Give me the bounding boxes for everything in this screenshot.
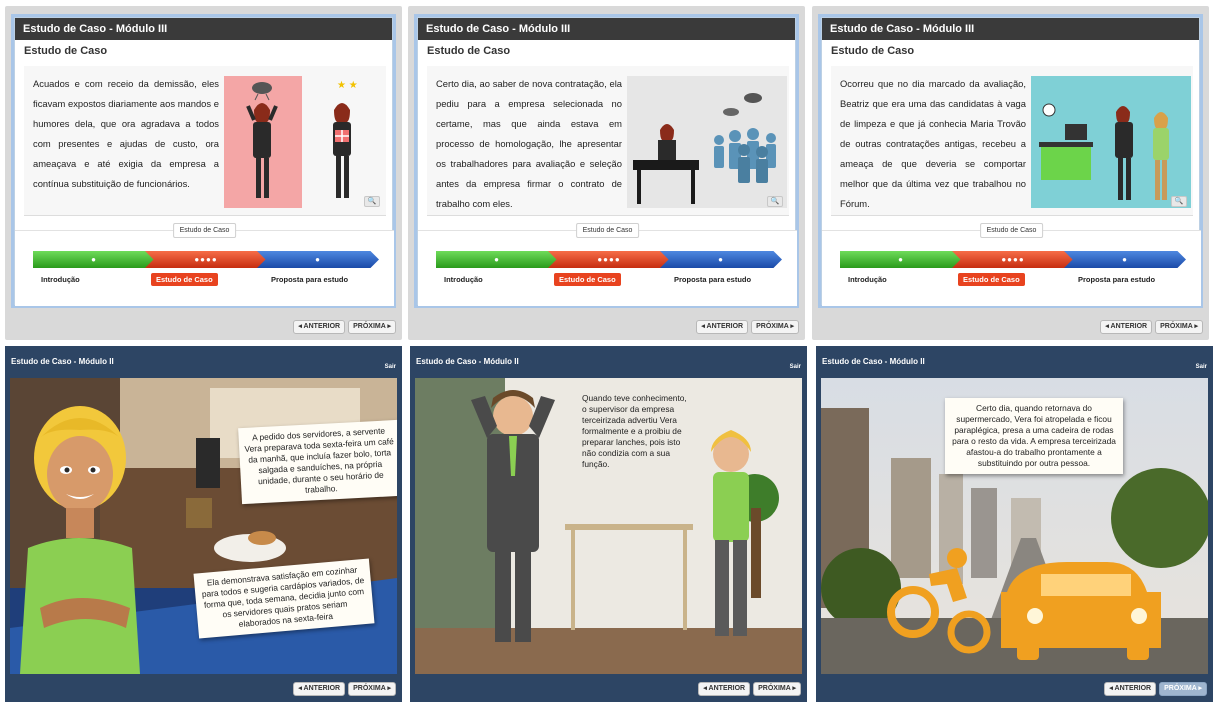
next-button[interactable]: PRÓXIMA ▸ (1155, 320, 1203, 334)
next-button[interactable]: PRÓXIMA ▸ (1159, 682, 1207, 696)
progress-bar: Estudo de Caso ● ●●●● ● Introdução Estud… (822, 223, 1201, 306)
next-button[interactable]: PRÓXIMA ▸ (348, 320, 396, 334)
screenshot-grid: Estudo de Caso - Módulo III Estudo de Ca… (0, 0, 1214, 702)
zoom-icon[interactable]: 🔍 (767, 196, 783, 207)
module-header: Estudo de Caso - Módulo III (418, 18, 795, 40)
module-header: Estudo de Caso - Módulo III (822, 18, 1199, 40)
progress-arrows: ● ●●●● ● (436, 251, 782, 268)
illustration-manager-desk (627, 76, 787, 208)
nav-buttons: ◂ ANTERIOR PRÓXIMA ▸ (696, 320, 799, 334)
step-arrow-case[interactable]: ●●●● (145, 251, 267, 268)
step-arrow-case[interactable]: ●●●● (548, 251, 670, 268)
step-label-case[interactable]: Estudo de Caso (151, 273, 218, 286)
speech-bubble-1: Certo dia, quando retornava do supermerc… (945, 398, 1123, 474)
module-header: Estudo de Caso - Módulo III (15, 18, 392, 40)
step-label-intro[interactable]: Introdução (848, 275, 887, 284)
svg-text:★ ★: ★ ★ (337, 80, 358, 91)
slide-frame: Estudo de Caso - Módulo III Estudo de Ca… (14, 17, 394, 306)
step-label-intro[interactable]: Introdução (444, 275, 483, 284)
exit-link[interactable]: Sair (790, 364, 801, 370)
module-header: Estudo de Caso - Módulo II Sair (816, 346, 1213, 372)
step-label-proposal[interactable]: Proposta para estudo (1078, 275, 1155, 284)
module-header: Estudo de Caso - Módulo II Sair (410, 346, 807, 372)
step-arrow-intro[interactable]: ● (33, 251, 155, 268)
step-arrow-intro[interactable]: ● (436, 251, 558, 268)
speech-bubble-1: Quando teve conhecimento, o supervisor d… (582, 393, 687, 469)
previous-button[interactable]: ◂ ANTERIOR (1100, 320, 1153, 334)
speech-bubble-1: A pedido dos servidores, a servente Vera… (238, 419, 397, 505)
case-text: Ocorreu que no dia marcado da avaliação,… (840, 78, 1026, 209)
step-label-intro[interactable]: Introdução (41, 275, 80, 284)
next-button[interactable]: PRÓXIMA ▸ (348, 682, 396, 696)
illustration-office-scene (1031, 76, 1191, 208)
progress-bar: Estudo de Caso ● ●●●● ● Introdução Estud… (15, 223, 394, 306)
previous-button[interactable]: ◂ ANTERIOR (293, 682, 346, 696)
nav-buttons: ◂ ANTERIOR PRÓXIMA ▸ (698, 682, 801, 696)
previous-button[interactable]: ◂ ANTERIOR (1104, 682, 1157, 696)
content-card: Ocorreu que no dia marcado da avaliação,… (831, 66, 1193, 216)
bottom-panel-3: Estudo de Caso - Módulo II Sair Certo di… (816, 346, 1213, 702)
slide-subtitle: Estudo de Caso (24, 45, 108, 57)
progress-arrows: ● ●●●● ● (840, 251, 1186, 268)
step-arrow-proposal[interactable]: ● (660, 251, 782, 268)
module-title: Estudo de Caso - Módulo II (11, 357, 114, 366)
slide-stage: Quando teve conhecimento, o supervisor d… (415, 378, 802, 674)
step-label-proposal[interactable]: Proposta para estudo (674, 275, 751, 284)
top-panel-3: Estudo de Caso - Módulo III Estudo de Ca… (812, 6, 1209, 340)
module-title: Estudo de Caso - Módulo II (822, 357, 925, 366)
exit-link[interactable]: Sair (385, 364, 396, 370)
module-title: Estudo de Caso - Módulo II (416, 357, 519, 366)
current-step-label: Estudo de Caso (575, 223, 640, 238)
step-label-case[interactable]: Estudo de Caso (554, 273, 621, 286)
case-text: Acuados e com receio da demissão, eles f… (33, 78, 219, 189)
progress-bar: Estudo de Caso ● ●●●● ● Introdução Estud… (418, 223, 797, 306)
previous-button[interactable]: ◂ ANTERIOR (293, 320, 346, 334)
content-card: Certo dia, ao saber de nova contratação,… (427, 66, 789, 216)
step-label-case[interactable]: Estudo de Caso (958, 273, 1025, 286)
step-arrow-proposal[interactable]: ● (1064, 251, 1186, 268)
top-panel-2: Estudo de Caso - Módulo III Estudo de Ca… (408, 6, 805, 340)
slide-subtitle: Estudo de Caso (427, 45, 511, 57)
nav-buttons: ◂ ANTERIOR PRÓXIMA ▸ (293, 682, 396, 696)
nav-buttons: ◂ ANTERIOR PRÓXIMA ▸ (1104, 682, 1207, 696)
next-button[interactable]: PRÓXIMA ▸ (751, 320, 799, 334)
slide-stage: Certo dia, quando retornava do supermerc… (821, 378, 1208, 674)
slide-stage: A pedido dos servidores, a servente Vera… (10, 378, 397, 674)
content-card: Acuados e com receio da demissão, eles f… (24, 66, 386, 216)
current-step-label: Estudo de Caso (172, 223, 237, 238)
step-label-proposal[interactable]: Proposta para estudo (271, 275, 348, 284)
progress-arrows: ● ●●●● ● (33, 251, 379, 268)
slide-frame: Estudo de Caso - Módulo III Estudo de Ca… (821, 17, 1201, 306)
nav-buttons: ◂ ANTERIOR PRÓXIMA ▸ (293, 320, 396, 334)
zoom-icon[interactable]: 🔍 (364, 196, 380, 207)
step-arrow-proposal[interactable]: ● (257, 251, 379, 268)
bottom-panel-2: Estudo de Caso - Módulo II Sair Quando t… (410, 346, 807, 702)
exit-link[interactable]: Sair (1196, 364, 1207, 370)
case-text: Certo dia, ao saber de nova contratação,… (436, 78, 622, 209)
previous-button[interactable]: ◂ ANTERIOR (696, 320, 749, 334)
zoom-icon[interactable]: 🔍 (1171, 196, 1187, 207)
current-step-label: Estudo de Caso (979, 223, 1044, 238)
slide-subtitle: Estudo de Caso (831, 45, 915, 57)
slide-frame: Estudo de Caso - Módulo III Estudo de Ca… (417, 17, 797, 306)
module-header: Estudo de Caso - Módulo II Sair (5, 346, 402, 372)
illustration-angry-woman: ★ ★ (224, 76, 358, 208)
bottom-panel-1: Estudo de Caso - Módulo II Sair A pedido… (5, 346, 402, 702)
step-arrow-case[interactable]: ●●●● (952, 251, 1074, 268)
nav-buttons: ◂ ANTERIOR PRÓXIMA ▸ (1100, 320, 1203, 334)
top-panel-1: Estudo de Caso - Módulo III Estudo de Ca… (5, 6, 402, 340)
previous-button[interactable]: ◂ ANTERIOR (698, 682, 751, 696)
step-arrow-intro[interactable]: ● (840, 251, 962, 268)
next-button[interactable]: PRÓXIMA ▸ (753, 682, 801, 696)
